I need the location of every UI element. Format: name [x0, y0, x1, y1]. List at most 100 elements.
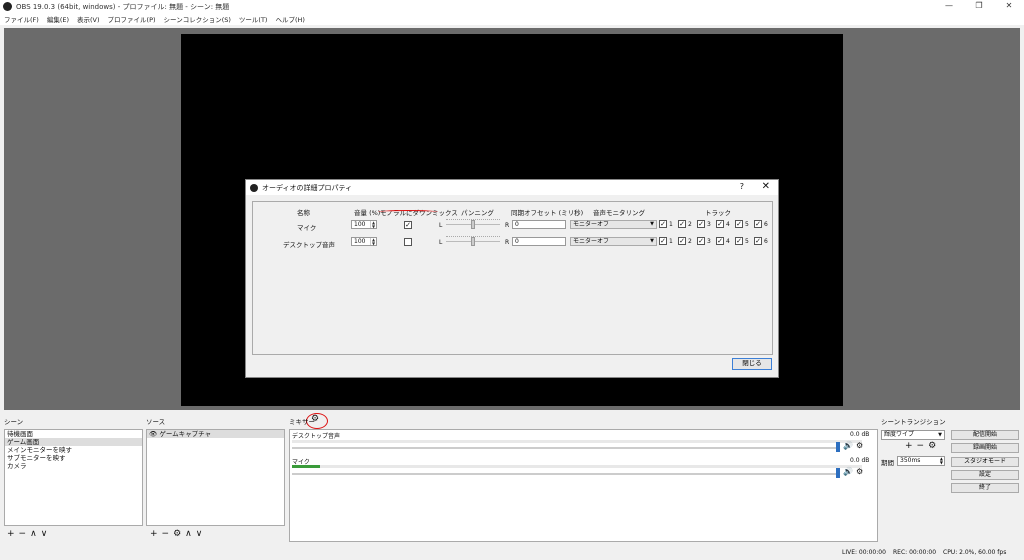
track-checkbox[interactable]: ✓	[697, 220, 705, 228]
speaker-icon[interactable]: 🔊	[843, 441, 853, 450]
chevron-up-icon[interactable]: ∧	[30, 529, 37, 539]
track-checkbox[interactable]: ✓	[754, 237, 762, 245]
track-5-mic[interactable]: ✓ 5	[735, 220, 749, 228]
track-1-desktop[interactable]: ✓ 1	[659, 237, 673, 245]
list-item[interactable]: 👁 ゲームキャプチャ	[147, 430, 284, 438]
downmix-checkbox-mic[interactable]: ✓	[404, 221, 412, 229]
menu-edit[interactable]: 編集(E)	[47, 14, 69, 24]
add-icon[interactable]: +	[150, 529, 158, 539]
start-recording-button[interactable]: 録画開始	[951, 443, 1019, 453]
track-checkbox[interactable]: ✓	[716, 237, 724, 245]
list-item[interactable]: サブモニターを映す	[5, 454, 142, 462]
remove-icon[interactable]: −	[917, 441, 925, 451]
close-dialog-icon[interactable]: ✕	[762, 181, 770, 192]
gear-icon[interactable]: ⚙	[928, 441, 936, 451]
menu-bar: ファイル(F) 編集(E) 表示(V) プロファイル(P) シーンコレクション(…	[0, 13, 1024, 25]
track-1-mic[interactable]: ✓ 1	[659, 220, 673, 228]
track-checkbox[interactable]: ✓	[678, 237, 686, 245]
monitoring-select-mic[interactable]: モニターオフ ▼	[570, 220, 657, 229]
add-icon[interactable]: +	[7, 529, 15, 539]
track-2-desktop[interactable]: ✓ 2	[678, 237, 692, 245]
track-4-mic[interactable]: ✓ 4	[716, 220, 730, 228]
exit-button[interactable]: 終了	[951, 483, 1019, 493]
panning-slider-desktop[interactable]	[446, 236, 500, 246]
studio-mode-button[interactable]: スタジオモード	[951, 457, 1019, 467]
track-checkbox[interactable]: ✓	[716, 220, 724, 228]
remove-icon[interactable]: −	[19, 529, 27, 539]
volume-spinbox-mic[interactable]: 100 ▲ ▼	[351, 220, 377, 229]
transitions-dock-title: シーントランジション	[881, 418, 946, 426]
track-3-mic[interactable]: ✓ 3	[697, 220, 711, 228]
volume-slider-thumb[interactable]	[836, 468, 840, 478]
menu-scene-collection[interactable]: シーンコレクション(S)	[164, 14, 231, 24]
menu-profile[interactable]: プロファイル(P)	[108, 14, 156, 24]
downmix-checkbox-desktop[interactable]	[404, 238, 412, 246]
gear-icon[interactable]: ⚙	[311, 414, 319, 424]
track-checkbox[interactable]: ✓	[735, 237, 743, 245]
track-checkbox[interactable]: ✓	[754, 220, 762, 228]
eye-icon[interactable]: 👁	[149, 430, 157, 438]
add-icon[interactable]: +	[905, 441, 913, 451]
obs-logo-icon	[3, 2, 12, 11]
list-item[interactable]: 待機画面	[5, 430, 142, 438]
track-checkbox[interactable]: ✓	[697, 237, 705, 245]
track-5-desktop[interactable]: ✓ 5	[735, 237, 749, 245]
maximize-button[interactable]: ❐	[964, 0, 994, 13]
status-bar: LIVE: 00:00:00 REC: 00:00:00 CPU: 2.0%, …	[0, 546, 1024, 560]
spin-arrows-icon[interactable]: ▲ ▼	[370, 238, 376, 245]
slider-thumb[interactable]	[471, 220, 475, 229]
duration-spinbox[interactable]: 350ms ▲ ▼	[897, 456, 945, 466]
panning-slider-mic[interactable]	[446, 219, 500, 229]
remove-icon[interactable]: −	[162, 529, 170, 539]
monitoring-select-desktop[interactable]: モニターオフ ▼	[570, 237, 657, 246]
list-item[interactable]: ゲーム画面	[5, 438, 142, 446]
mixer-db-value: 0.0 dB	[850, 431, 870, 438]
spin-arrows-icon[interactable]: ▲ ▼	[370, 221, 376, 228]
volume-slider-track[interactable]	[292, 473, 837, 475]
transitions-toolbar: + − ⚙	[905, 441, 936, 451]
sync-offset-input-mic[interactable]: 0	[512, 220, 566, 229]
list-item[interactable]: カメラ	[5, 462, 142, 470]
track-checkbox[interactable]: ✓	[659, 220, 667, 228]
chevron-down-icon: ▼	[650, 221, 654, 227]
gear-icon[interactable]: ⚙	[173, 529, 181, 539]
close-button[interactable]: 閉じる	[732, 358, 772, 370]
track-checkbox[interactable]: ✓	[735, 220, 743, 228]
menu-view[interactable]: 表示(V)	[77, 14, 100, 24]
volume-spinbox-desktop[interactable]: 100 ▲ ▼	[351, 237, 377, 246]
help-button[interactable]: ?	[740, 182, 744, 191]
sync-offset-input-desktop[interactable]: 0	[512, 237, 566, 246]
track-4-desktop[interactable]: ✓ 4	[716, 237, 730, 245]
track-checkbox[interactable]: ✓	[678, 220, 686, 228]
header-sync-offset: 同期オフセット (ミリ秒)	[511, 209, 584, 217]
track-3-desktop[interactable]: ✓ 3	[697, 237, 711, 245]
volume-slider-thumb[interactable]	[836, 442, 840, 452]
spin-arrows-icon[interactable]: ▲ ▼	[940, 457, 943, 465]
mixer-db-value: 0.0 dB	[850, 457, 870, 464]
live-timer: LIVE: 00:00:00	[842, 549, 886, 556]
gear-icon[interactable]: ⚙	[856, 467, 863, 476]
slider-thumb[interactable]	[471, 237, 475, 246]
track-6-mic[interactable]: ✓ 6	[754, 220, 768, 228]
settings-button[interactable]: 設定	[951, 470, 1019, 480]
close-window-button[interactable]: ✕	[994, 0, 1024, 13]
menu-tools[interactable]: ツール(T)	[239, 14, 268, 24]
volume-slider-track[interactable]	[292, 447, 837, 449]
gear-icon[interactable]: ⚙	[856, 441, 863, 450]
menu-help[interactable]: ヘルプ(H)	[275, 14, 304, 24]
chevron-down-icon[interactable]: ∨	[41, 529, 48, 539]
track-6-desktop[interactable]: ✓ 6	[754, 237, 768, 245]
chevron-up-icon[interactable]: ∧	[185, 529, 192, 539]
track-2-mic[interactable]: ✓ 2	[678, 220, 692, 228]
minimize-button[interactable]: —	[934, 0, 964, 13]
volume-value: 100	[354, 221, 366, 228]
speaker-icon[interactable]: 🔊	[843, 467, 853, 476]
menu-file[interactable]: ファイル(F)	[4, 14, 39, 24]
start-streaming-button[interactable]: 配信開始	[951, 430, 1019, 440]
track-checkbox[interactable]: ✓	[659, 237, 667, 245]
scenes-toolbar: + − ∧ ∨	[7, 529, 47, 539]
list-item[interactable]: メインモニターを映す	[5, 446, 142, 454]
chevron-down-icon[interactable]: ∨	[196, 529, 203, 539]
transition-select[interactable]: 輝度ワイプ ▼	[881, 430, 945, 440]
scenes-list: 待機画面 ゲーム画面 メインモニターを映す サブモニターを映す カメラ	[4, 429, 143, 526]
